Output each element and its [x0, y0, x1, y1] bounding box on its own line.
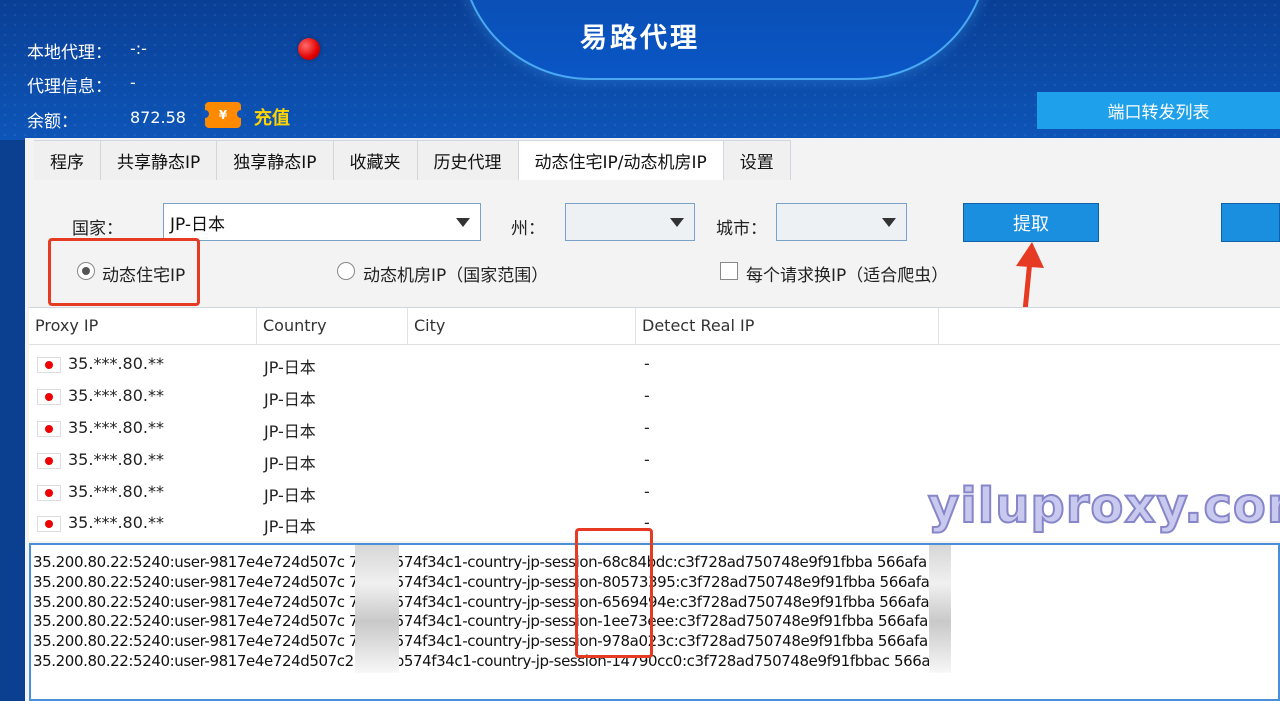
tab-program[interactable]: 程序 [34, 140, 101, 180]
tab-history-proxy[interactable]: 历史代理 [417, 140, 519, 180]
status-indicator-icon [298, 38, 320, 60]
tab-exclusive-static-ip[interactable]: 独享静态IP [217, 140, 334, 180]
country-select-value: JP-日本 [170, 214, 226, 235]
detect-cell: - [644, 386, 650, 405]
country-cell: JP-日本 [264, 454, 316, 473]
datacenter-radio[interactable] [337, 262, 355, 280]
balance-value: 872.58 [130, 108, 186, 127]
highlight-box-residential [48, 238, 200, 306]
proxy-info-label: 代理信息： [27, 77, 112, 97]
detect-cell: - [644, 482, 650, 501]
table-row[interactable]: 35.***.80.** JP-日本 - [29, 413, 1280, 443]
table-row[interactable]: 35.***.80.** JP-日本 - [29, 445, 1280, 475]
watermark: yiluproxy.com [927, 477, 1280, 535]
log-line: 35.200.80.22:5240:user-9817e4e724d507c 7… [33, 612, 928, 630]
proxy-info-value: - [130, 73, 136, 92]
log-line: 35.200.80.22:5240:user-9817e4e724d507c 7… [33, 593, 930, 611]
log-line: 35.200.80.22:5240:user-9817e4e724d507c 7… [33, 573, 930, 591]
country-cell: JP-日本 [264, 390, 316, 409]
country-label: 国家： [72, 219, 123, 239]
tab-bar: 程序 共享静态IP 独享静态IP 收藏夹 历史代理 动态住宅IP/动态机房IP … [34, 140, 791, 180]
chevron-down-icon [456, 218, 470, 227]
country-cell: JP-日本 [264, 517, 316, 536]
japan-flag-icon [37, 453, 61, 469]
detect-cell: - [644, 418, 650, 437]
log-line: 35.200.80.22:5240:user-9817e4e724d507c2 … [33, 652, 944, 670]
col-proxy-ip[interactable]: Proxy IP [29, 308, 257, 344]
log-line: 35.200.80.22:5240:user-9817e4e724d507c 7… [33, 553, 927, 571]
state-select[interactable] [565, 203, 695, 241]
datacenter-label: 动态机房IP（国家范围） [363, 266, 549, 286]
japan-flag-icon [37, 516, 61, 532]
highlight-box-session [575, 528, 653, 658]
detect-cell: - [644, 450, 650, 469]
proxy-output-log[interactable]: 35.200.80.22:5240:user-9817e4e724d507c 7… [29, 543, 1280, 701]
japan-flag-icon [37, 421, 61, 437]
table-row[interactable]: 35.***.80.** JP-日本 - [29, 381, 1280, 411]
fetch-button[interactable]: 提取 [963, 203, 1099, 242]
country-cell: JP-日本 [264, 486, 316, 505]
redaction-blur [929, 545, 951, 673]
proxy-ip-cell: 35.***.80.** [68, 354, 164, 373]
secondary-action-button[interactable] [1221, 203, 1280, 242]
rotate-per-request-checkbox[interactable] [720, 262, 738, 280]
log-line: 35.200.80.22:5240:user-9817e4e724d507c 7… [33, 632, 928, 650]
proxy-ip-cell: 35.***.80.** [68, 450, 164, 469]
proxy-ip-cell: 35.***.80.** [68, 386, 164, 405]
japan-flag-icon [37, 389, 61, 405]
country-cell: JP-日本 [264, 422, 316, 441]
rotate-per-request-label: 每个请求换IP（适合爬虫） [746, 266, 949, 286]
local-proxy-label: 本地代理： [27, 43, 112, 63]
app-title: 易路代理 [580, 23, 700, 54]
country-cell: JP-日本 [264, 358, 316, 377]
port-forward-list-button[interactable]: 端口转发列表 [1037, 92, 1280, 129]
japan-flag-icon [37, 485, 61, 501]
proxy-ip-cell: 35.***.80.** [68, 482, 164, 501]
city-label: 城市： [716, 219, 767, 239]
tab-shared-static-ip[interactable]: 共享静态IP [101, 140, 218, 180]
yen-glyph: ¥ [218, 108, 228, 122]
tab-settings[interactable]: 设置 [723, 140, 791, 180]
col-detect-real-ip[interactable]: Detect Real IP [636, 308, 939, 344]
proxy-ip-cell: 35.***.80.** [68, 513, 164, 532]
recharge-link[interactable]: 充值 [254, 104, 290, 130]
local-proxy-value: -:- [130, 39, 147, 58]
chevron-down-icon [882, 218, 896, 227]
chevron-down-icon [670, 218, 684, 227]
state-label: 州： [511, 219, 545, 239]
proxy-ip-cell: 35.***.80.** [68, 418, 164, 437]
tab-dynamic-ip[interactable]: 动态住宅IP/动态机房IP [518, 140, 724, 180]
table-row[interactable]: 35.***.80.** JP-日本 - [29, 349, 1280, 379]
table-header: Proxy IP Country City Detect Real IP [29, 308, 1280, 345]
japan-flag-icon [37, 357, 61, 373]
tab-favorites[interactable]: 收藏夹 [333, 140, 418, 180]
detect-cell: - [644, 354, 650, 373]
recharge-ticket-icon[interactable]: ¥ [201, 102, 245, 128]
col-country[interactable]: Country [257, 308, 408, 344]
col-city[interactable]: City [408, 308, 636, 344]
country-select[interactable]: JP-日本 [163, 203, 481, 241]
balance-label: 余额： [27, 112, 78, 132]
city-select[interactable] [776, 203, 907, 241]
redaction-blur [355, 545, 399, 673]
